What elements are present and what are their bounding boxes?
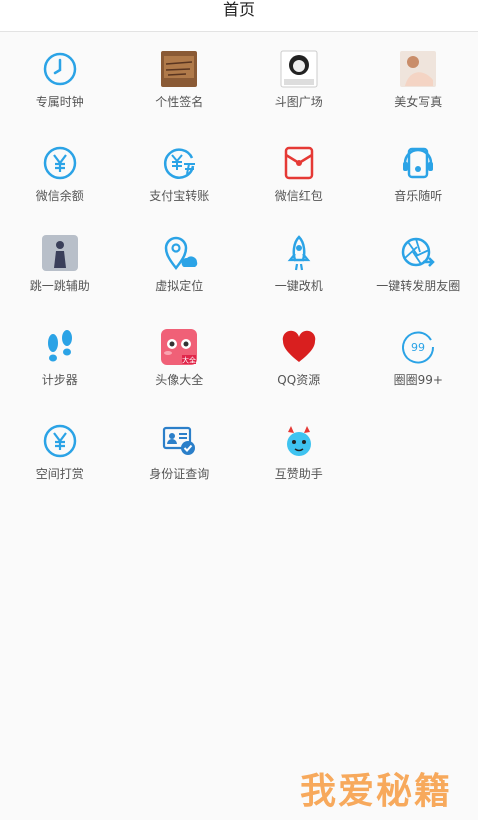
alipay-transfer-icon (159, 143, 199, 183)
tile-label: 斗图广场 (274, 95, 323, 109)
portrait-photo-icon (398, 49, 438, 89)
circle-99-text: 99 (411, 341, 425, 354)
jump-game-icon (40, 233, 80, 273)
tile-label: 跳一跳辅助 (29, 279, 90, 293)
tile-qq-resources[interactable]: QQ资源 (239, 327, 359, 417)
tile-portrait[interactable]: 美女写真 (359, 49, 478, 139)
tile-moments-share[interactable]: 一键转发朋友圈 (359, 233, 478, 323)
yuan-tip-icon (40, 421, 80, 461)
tile-wechat-balance[interactable]: 微信余额 (0, 143, 120, 233)
music-player-icon (398, 143, 438, 183)
id-card-icon (159, 421, 199, 461)
yuan-circle-icon (40, 143, 80, 183)
heart-icon (279, 327, 319, 367)
tile-label: 个性签名 (155, 95, 204, 109)
tile-label: 互赞助手 (274, 467, 323, 481)
signature-photo-icon (159, 49, 199, 89)
tile-label: 虚拟定位 (155, 279, 204, 293)
tile-circle-99[interactable]: 99 圈圈99+ (359, 327, 478, 417)
tile-jump-assist[interactable]: 跳一跳辅助 (0, 233, 120, 323)
red-envelope-icon (279, 143, 319, 183)
tile-label: 圈圈99+ (393, 373, 443, 387)
tile-avatar-collection[interactable]: 大全 头像大全 (120, 327, 240, 417)
tile-label: 计步器 (41, 373, 78, 387)
tile-virtual-location[interactable]: 虚拟定位 (120, 233, 240, 323)
location-pin-icon (159, 233, 199, 273)
tile-id-lookup[interactable]: 身份证查询 (120, 421, 240, 511)
tile-signature[interactable]: 个性签名 (120, 49, 240, 139)
tile-space-tip[interactable]: 空间打赏 (0, 421, 120, 511)
tile-music[interactable]: 音乐随听 (359, 143, 478, 233)
tile-label: 一键改机 (274, 279, 323, 293)
tile-pedometer[interactable]: 计步器 (0, 327, 120, 417)
tile-one-key-modify[interactable]: 一键改机 (239, 233, 359, 323)
tile-label: 身份证查询 (149, 467, 210, 481)
moments-share-icon (398, 233, 438, 273)
tile-mutual-like[interactable]: 互赞助手 (239, 421, 359, 511)
tile-label: 音乐随听 (394, 189, 443, 203)
circle-99-icon: 99 (398, 327, 438, 367)
tile-label: 支付宝转账 (149, 189, 210, 203)
devil-face-icon (279, 421, 319, 461)
rocket-icon (279, 233, 319, 273)
tile-label: 头像大全 (155, 373, 204, 387)
clock-icon (40, 49, 80, 89)
avatar-tag-text: 大全 (182, 356, 196, 365)
tile-alipay-transfer[interactable]: 支付宝转账 (120, 143, 240, 233)
tile-meme[interactable]: 斗图广场 (239, 49, 359, 139)
tile-label: QQ资源 (277, 373, 321, 387)
avatar-collection-icon: 大全 (159, 327, 199, 367)
tile-clock[interactable]: 专属时钟 (0, 49, 120, 139)
app-header: 首页 (0, 0, 478, 32)
tile-label: 专属时钟 (35, 95, 84, 109)
tile-red-envelope[interactable]: 微信红包 (239, 143, 359, 233)
tile-label: 一键转发朋友圈 (376, 279, 461, 293)
tile-label: 微信红包 (274, 189, 323, 203)
page-title: 首页 (222, 0, 255, 19)
meme-face-icon (279, 49, 319, 89)
footprints-icon (40, 327, 80, 367)
tile-label: 美女写真 (394, 95, 443, 109)
watermark: 我爱秘籍 (300, 771, 453, 812)
tile-label: 微信余额 (35, 189, 84, 203)
tile-label: 空间打赏 (35, 467, 84, 481)
